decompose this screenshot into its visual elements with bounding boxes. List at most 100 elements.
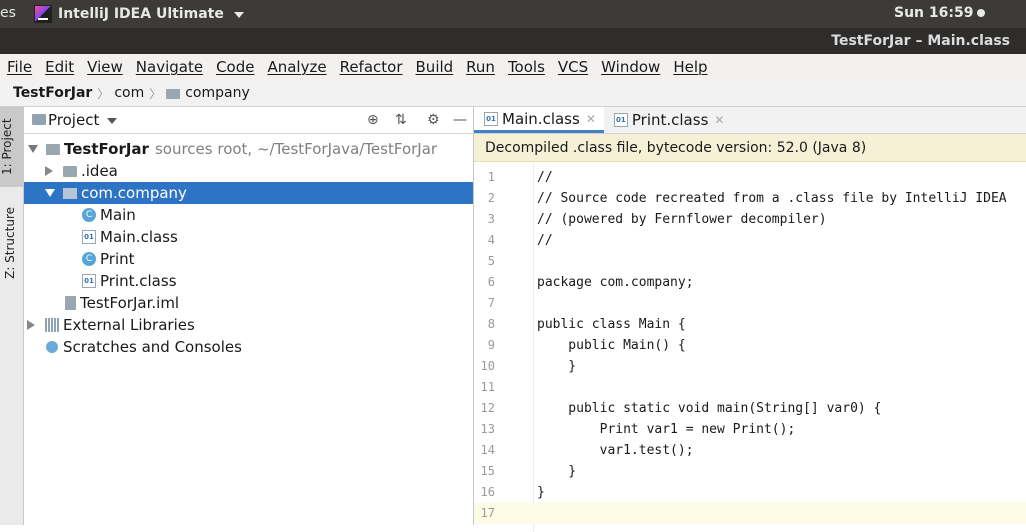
breadcrumb: TestForJar 〉 com 〉 company: [0, 80, 1026, 107]
code-text: }: [537, 359, 577, 374]
code-text: public static void main(String[] var0) {: [537, 401, 882, 416]
tree-item-external-libraries[interactable]: External Libraries: [24, 314, 473, 336]
locate-icon[interactable]: ⊕: [367, 112, 379, 128]
line-number: 11: [480, 380, 495, 394]
activities-button[interactable]: es: [0, 5, 16, 21]
code-line[interactable]: 4 //: [474, 230, 1026, 251]
breadcrumb-company[interactable]: company: [185, 85, 250, 101]
project-view-icon: [32, 114, 46, 125]
code-line[interactable]: 11: [474, 377, 1026, 398]
line-number: 16: [480, 485, 495, 499]
window-title: TestForJar – Main.class: [831, 33, 1010, 49]
tree-item-com-company[interactable]: com.company: [24, 182, 473, 204]
menu-code[interactable]: Code: [216, 58, 254, 76]
expand-arrow-icon[interactable]: [45, 166, 53, 176]
menu-navigate[interactable]: Navigate: [136, 58, 203, 76]
collapse-all-icon[interactable]: ⇅: [395, 112, 407, 128]
code-line[interactable]: 16}: [474, 482, 1026, 503]
gear-icon[interactable]: ⚙: [427, 112, 440, 128]
tab-project-tool[interactable]: 1: Project: [0, 107, 23, 187]
code-text: public Main() {: [537, 338, 686, 353]
code-line[interactable]: 12 public static void main(String[] var0…: [474, 398, 1026, 419]
code-text: }: [537, 485, 545, 500]
hide-panel-icon[interactable]: —: [453, 112, 467, 128]
code-line[interactable]: 1 //: [474, 167, 1026, 188]
menu-run[interactable]: Run: [466, 58, 495, 76]
tree-item-main-class[interactable]: 01 Main.class: [24, 226, 473, 248]
chevron-down-icon[interactable]: [107, 118, 118, 124]
code-line[interactable]: 14 var1.test();: [474, 440, 1026, 461]
line-number: 6: [487, 275, 495, 289]
tree-item-testforjar[interactable]: TestForJar sources root, ~/TestForJava/T…: [24, 138, 473, 160]
editor-tabs: 01 Main.class ✕ 01 Print.class ✕: [474, 107, 1026, 134]
clock[interactable]: Sun 16:59: [894, 5, 986, 21]
breadcrumb-project[interactable]: TestForJar: [13, 85, 92, 101]
code-line[interactable]: 9 public Main() {: [474, 335, 1026, 356]
code-line[interactable]: 17: [474, 503, 1026, 524]
code-line[interactable]: 10 }: [474, 356, 1026, 377]
line-number: 9: [487, 338, 495, 352]
tab-main-class[interactable]: 01 Main.class ✕: [474, 107, 604, 133]
tree-item-label: Print.class: [100, 272, 177, 290]
tree-item-label: Scratches and Consoles: [63, 338, 242, 356]
notice-text: Decompiled .class file, bytecode version…: [485, 139, 867, 156]
line-number: 15: [480, 464, 495, 478]
code-text: }: [537, 464, 577, 479]
code-line[interactable]: 5: [474, 251, 1026, 272]
menu-window[interactable]: Window: [601, 58, 660, 76]
line-number: 1: [487, 170, 495, 184]
expand-arrow-icon[interactable]: [27, 320, 35, 330]
line-number: 3: [487, 212, 495, 226]
menu-help[interactable]: Help: [673, 58, 707, 76]
tree-item-label: External Libraries: [63, 316, 195, 334]
tree-item-idea[interactable]: .idea: [24, 160, 473, 182]
menu-vcs[interactable]: VCS: [558, 58, 588, 76]
project-view-title[interactable]: Project: [48, 111, 99, 129]
editor-area: 01 Main.class ✕ 01 Print.class ✕ Decompi…: [474, 107, 1026, 532]
tree-item-main[interactable]: C Main: [24, 204, 473, 226]
tree-item-print[interactable]: C Print: [24, 248, 473, 270]
menu-tools[interactable]: Tools: [508, 58, 545, 76]
code-text: // Source code recreated from a .class f…: [537, 191, 1007, 206]
code-text: //: [537, 233, 553, 248]
code-text: Print var1 = new Print();: [537, 422, 796, 437]
code-line[interactable]: 6 package com.company;: [474, 272, 1026, 293]
expand-arrow-icon[interactable]: [28, 145, 38, 153]
tree-item-iml[interactable]: TestForJar.iml: [24, 292, 473, 314]
line-number: 17: [480, 506, 495, 520]
app-menu[interactable]: IntelliJ IDEA Ultimate: [34, 5, 244, 23]
left-tool-strip: 1: Project Z: Structure: [0, 107, 24, 525]
code-line[interactable]: 8 public class Main {: [474, 314, 1026, 335]
tab-label: Print.class: [631, 111, 709, 129]
binary-class-icon: 01: [613, 113, 628, 127]
binary-class-icon: 01: [484, 111, 498, 126]
line-number: 4: [487, 233, 495, 247]
close-icon[interactable]: ✕: [586, 112, 596, 126]
breadcrumb-com[interactable]: com: [114, 85, 144, 101]
menu-refactor[interactable]: Refactor: [340, 58, 403, 76]
tree-item-scratches[interactable]: Scratches and Consoles: [24, 336, 473, 358]
code-line[interactable]: 7: [474, 293, 1026, 314]
class-run-icon: C: [82, 208, 96, 222]
clock-text: Sun 16:59: [894, 5, 974, 21]
code-line[interactable]: 15 }: [474, 461, 1026, 482]
tree-item-print-class[interactable]: 01 Print.class: [24, 270, 473, 292]
code-line[interactable]: 13 Print var1 = new Print();: [474, 419, 1026, 440]
project-panel: Project ⊕ ⇅ ⚙ — TestForJar sources root,…: [24, 107, 474, 525]
notification-dot-icon: [977, 9, 986, 17]
close-icon[interactable]: ✕: [714, 113, 724, 127]
menu-file[interactable]: File: [7, 58, 32, 76]
menu-edit[interactable]: Edit: [45, 58, 74, 76]
tab-structure-tool[interactable]: Z: Structure: [3, 207, 17, 279]
window-titlebar: TestForJar – Main.class: [0, 28, 1026, 54]
tab-print-class[interactable]: 01 Print.class ✕: [604, 107, 733, 133]
expand-arrow-icon[interactable]: [45, 189, 55, 197]
menu-view[interactable]: View: [87, 58, 123, 76]
code-line[interactable]: 2 // Source code recreated from a .class …: [474, 188, 1026, 209]
line-number: 14: [480, 443, 495, 457]
code-line[interactable]: 3 // (powered by Fernflower decompiler): [474, 209, 1026, 230]
tab-label: Main.class: [502, 109, 580, 128]
menu-analyze[interactable]: Analyze: [267, 58, 326, 76]
line-number: 10: [480, 359, 495, 373]
menu-build[interactable]: Build: [416, 58, 454, 76]
